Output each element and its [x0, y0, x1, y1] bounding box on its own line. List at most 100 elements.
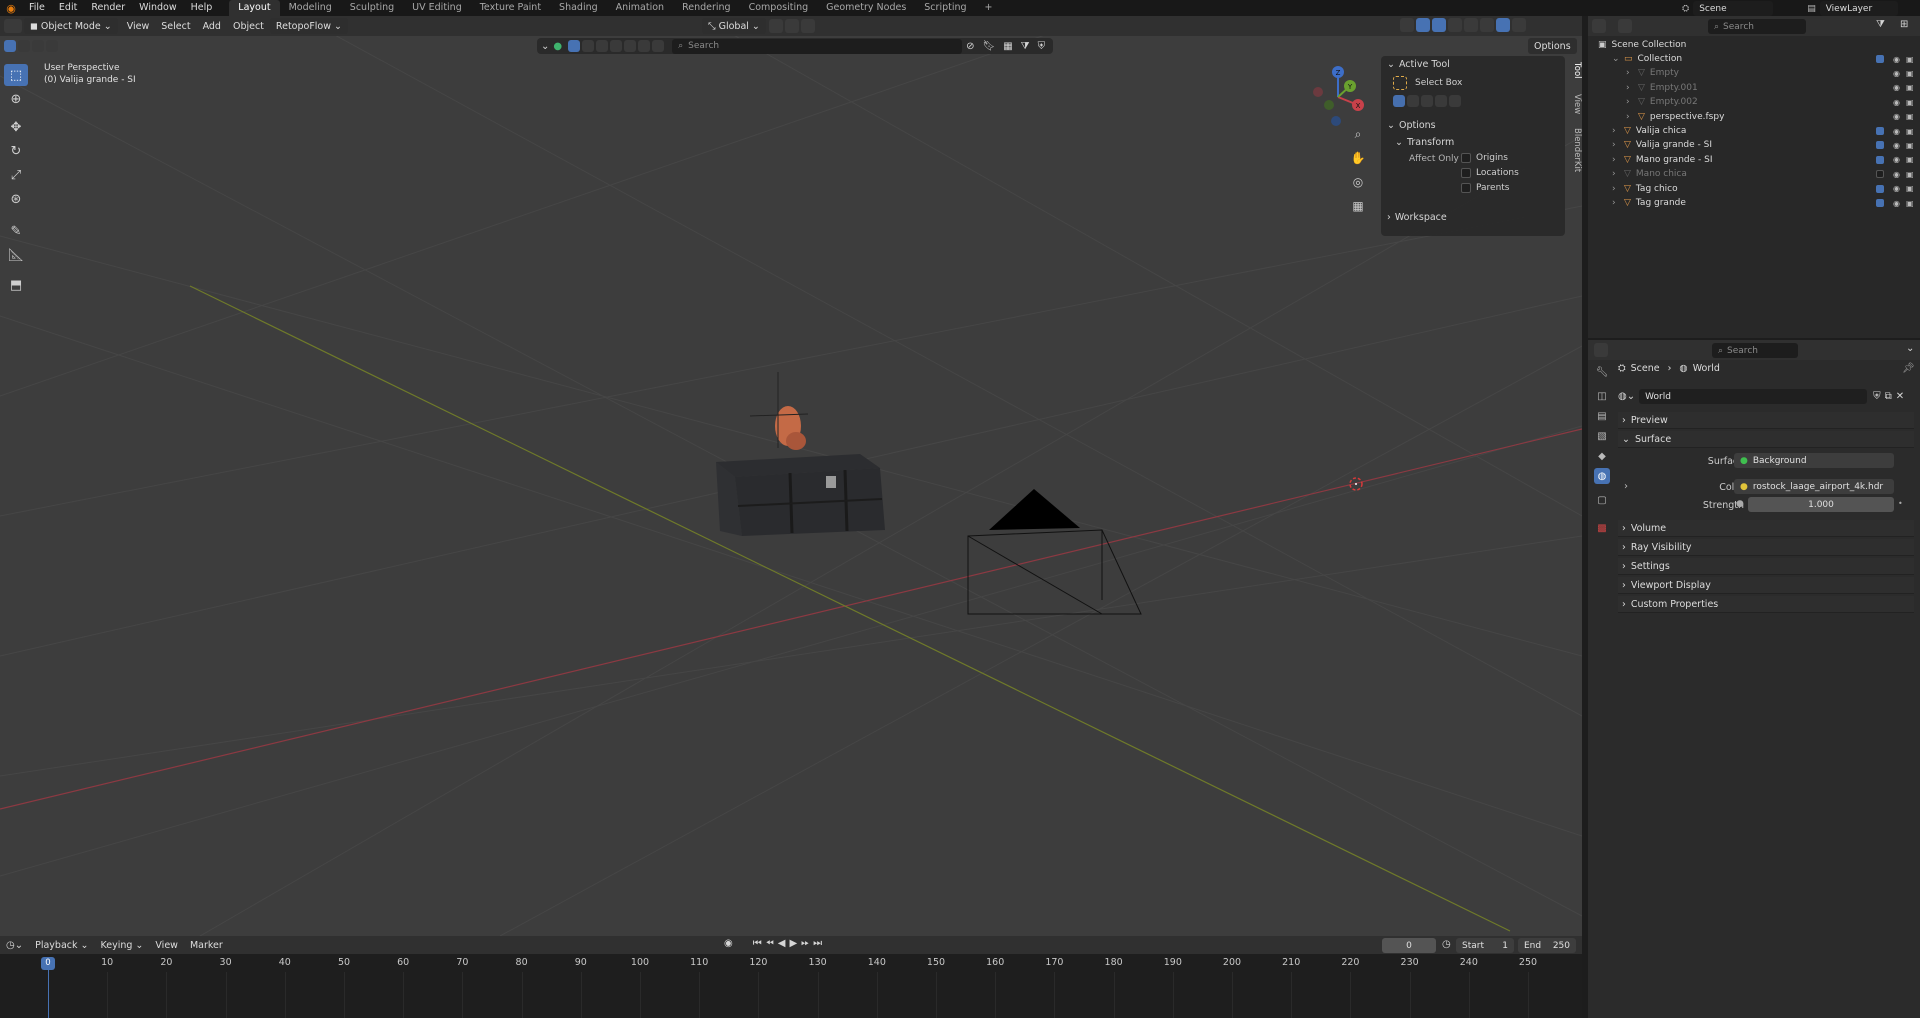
- navigation-gizmo[interactable]: Z X Y: [1303, 62, 1373, 132]
- render-camera-icon[interactable]: ▣: [1906, 127, 1914, 136]
- view-layer-selector[interactable]: ViewLayer: [1819, 1, 1898, 16]
- auto-keying-icon[interactable]: ◉: [724, 938, 733, 949]
- select-mode-subtract-icon[interactable]: [32, 40, 44, 52]
- eye-icon[interactable]: ◉: [1893, 98, 1900, 107]
- select-mode-new-icon[interactable]: [4, 40, 16, 52]
- select-mode-invert-icon[interactable]: [46, 40, 58, 52]
- outliner-row[interactable]: › ▽ Valija chica ◉ ▣: [1588, 124, 1920, 138]
- display-mode-icon[interactable]: [1618, 19, 1632, 33]
- viewport-3d[interactable]: User Perspective (0) Valija grande - SI …: [0, 16, 1582, 936]
- output-properties-tab-icon[interactable]: ▤: [1594, 408, 1610, 424]
- preview-section[interactable]: › Preview: [1618, 412, 1914, 429]
- exclude-checkbox[interactable]: [1876, 170, 1884, 179]
- exclude-checkbox[interactable]: [1876, 199, 1884, 207]
- eye-icon[interactable]: ◉: [1893, 141, 1900, 150]
- rotate-tool-icon[interactable]: ↻: [4, 140, 28, 162]
- render-camera-icon[interactable]: ▣: [1906, 55, 1914, 64]
- asset-search-input[interactable]: ⌕ Search: [672, 38, 963, 54]
- transform-tool-icon[interactable]: ⊛: [4, 188, 28, 210]
- menu-keying[interactable]: Keying ⌄: [94, 940, 149, 951]
- blender-logo-icon[interactable]: ◉: [0, 2, 22, 15]
- outliner-row[interactable]: › ▽ Empty.001 ◉ ▣: [1588, 81, 1920, 95]
- workspace-tab-sculpting[interactable]: Sculpting: [341, 0, 403, 16]
- start-frame-field[interactable]: Start 1: [1456, 938, 1514, 953]
- chevron-down-icon[interactable]: ⌄: [541, 41, 549, 52]
- exclude-checkbox[interactable]: [1876, 141, 1884, 150]
- camera-object[interactable]: [967, 489, 1142, 615]
- npanel-tab-blenderkit[interactable]: BlenderKit: [1568, 128, 1582, 172]
- pan-hand-icon[interactable]: ✋: [1348, 148, 1368, 168]
- filter-icon[interactable]: ⧩: [1021, 41, 1030, 52]
- workspace-tab-scripting[interactable]: Scripting: [915, 0, 975, 16]
- chevron-right-icon[interactable]: ›: [1612, 169, 1624, 179]
- xray-icon[interactable]: [1448, 18, 1462, 32]
- outliner-row[interactable]: › ▽ Mano grande - SI ◉ ▣: [1588, 153, 1920, 167]
- active-tool-section[interactable]: ⌄ Active Tool: [1381, 56, 1565, 73]
- workspace-section[interactable]: › Workspace: [1381, 209, 1565, 226]
- workspace-tab-texture-paint[interactable]: Texture Paint: [471, 0, 550, 16]
- measure-tool-icon[interactable]: 📐︎: [4, 244, 28, 266]
- jump-start-icon[interactable]: ⏮: [753, 938, 762, 949]
- select-mode-extend-icon[interactable]: [18, 40, 30, 52]
- solid-shading-icon[interactable]: [1480, 18, 1494, 32]
- menu-marker[interactable]: Marker: [184, 940, 229, 951]
- rendered-shading-icon[interactable]: [1512, 18, 1526, 32]
- filter-scenes-icon[interactable]: [638, 40, 651, 52]
- chevron-right-icon[interactable]: ›: [1612, 184, 1624, 194]
- outliner-row[interactable]: › ▽ Valija grande - SI ◉ ▣: [1588, 138, 1920, 152]
- view-layer-properties-tab-icon[interactable]: ▧: [1594, 428, 1610, 444]
- filter-brushes-icon[interactable]: [610, 40, 623, 52]
- options-section[interactable]: ⌄ Options: [1381, 117, 1565, 134]
- locations-checkbox[interactable]: Locations: [1461, 168, 1519, 178]
- eye-icon[interactable]: ◉: [1893, 155, 1900, 164]
- gizmo-toggle-icon[interactable]: [1416, 18, 1430, 32]
- menu-view[interactable]: View: [149, 940, 184, 951]
- outliner-search-input[interactable]: ⌕ Search: [1708, 19, 1806, 34]
- wireframe-shading-icon[interactable]: [1464, 18, 1478, 32]
- play-icon[interactable]: ▶: [789, 938, 797, 949]
- workspace-tab-compositing[interactable]: Compositing: [740, 0, 818, 16]
- overlay-toggle-icon[interactable]: [1432, 18, 1446, 32]
- previous-keyframe-icon[interactable]: ⏪︎: [766, 938, 774, 949]
- render-camera-icon[interactable]: ▣: [1906, 83, 1914, 92]
- viewport-display-section[interactable]: › Viewport Display: [1618, 577, 1914, 594]
- chevron-right-icon[interactable]: ›: [1612, 140, 1624, 150]
- outliner-row[interactable]: › ▽ Empty ◉ ▣: [1588, 66, 1920, 80]
- scale-tool-icon[interactable]: ⤢: [4, 164, 28, 186]
- select-box-tool-icon[interactable]: ⬚: [4, 64, 28, 86]
- menu-file[interactable]: File: [22, 0, 52, 16]
- surface-shader-field[interactable]: ● Background: [1734, 453, 1894, 468]
- snap-icon[interactable]: [784, 19, 799, 33]
- ray-visibility-section[interactable]: › Ray Visibility: [1618, 539, 1914, 556]
- custom-properties-section[interactable]: › Custom Properties: [1618, 596, 1914, 613]
- menu-window[interactable]: Window: [132, 0, 183, 16]
- origins-checkbox[interactable]: Origins: [1461, 153, 1508, 163]
- jump-end-icon[interactable]: ⏭: [813, 938, 822, 949]
- chevron-down-icon[interactable]: ⌄: [1612, 54, 1624, 64]
- mode-set-icon[interactable]: [1393, 95, 1405, 107]
- hand-object[interactable]: [749, 372, 809, 450]
- render-camera-icon[interactable]: ▣: [1906, 155, 1914, 164]
- settings-section[interactable]: › Settings: [1618, 558, 1914, 575]
- workspace-tab-uv-editing[interactable]: UV Editing: [403, 0, 471, 16]
- eye-icon[interactable]: ◉: [1893, 112, 1900, 121]
- outliner-editor-type-icon[interactable]: [1592, 19, 1606, 33]
- pivot-icon[interactable]: [768, 19, 783, 33]
- npanel-tab-tool[interactable]: Tool: [1568, 62, 1582, 79]
- render-properties-tab-icon[interactable]: ◫: [1594, 388, 1610, 404]
- outliner-row[interactable]: › ▽ Tag grande ◉ ▣: [1588, 196, 1920, 210]
- end-frame-field[interactable]: End 250: [1518, 938, 1576, 953]
- properties-editor-type-icon[interactable]: [1594, 343, 1608, 357]
- surface-section[interactable]: ⌄ Surface: [1618, 431, 1914, 448]
- visibility-icon[interactable]: [1400, 18, 1414, 32]
- cursor-tool-icon[interactable]: ⊕: [4, 88, 28, 110]
- playhead[interactable]: 0: [41, 957, 55, 970]
- duplicate-icon[interactable]: ⧉: [1885, 391, 1892, 402]
- world-name-field[interactable]: World: [1639, 389, 1868, 404]
- filter-hdris-icon[interactable]: [624, 40, 637, 52]
- render-camera-icon[interactable]: ▣: [1906, 98, 1914, 107]
- close-icon[interactable]: ✕: [1896, 391, 1904, 402]
- menu-edit[interactable]: Edit: [52, 0, 84, 16]
- exclude-checkbox[interactable]: [1876, 155, 1884, 164]
- filter-worlds-icon[interactable]: [596, 40, 609, 52]
